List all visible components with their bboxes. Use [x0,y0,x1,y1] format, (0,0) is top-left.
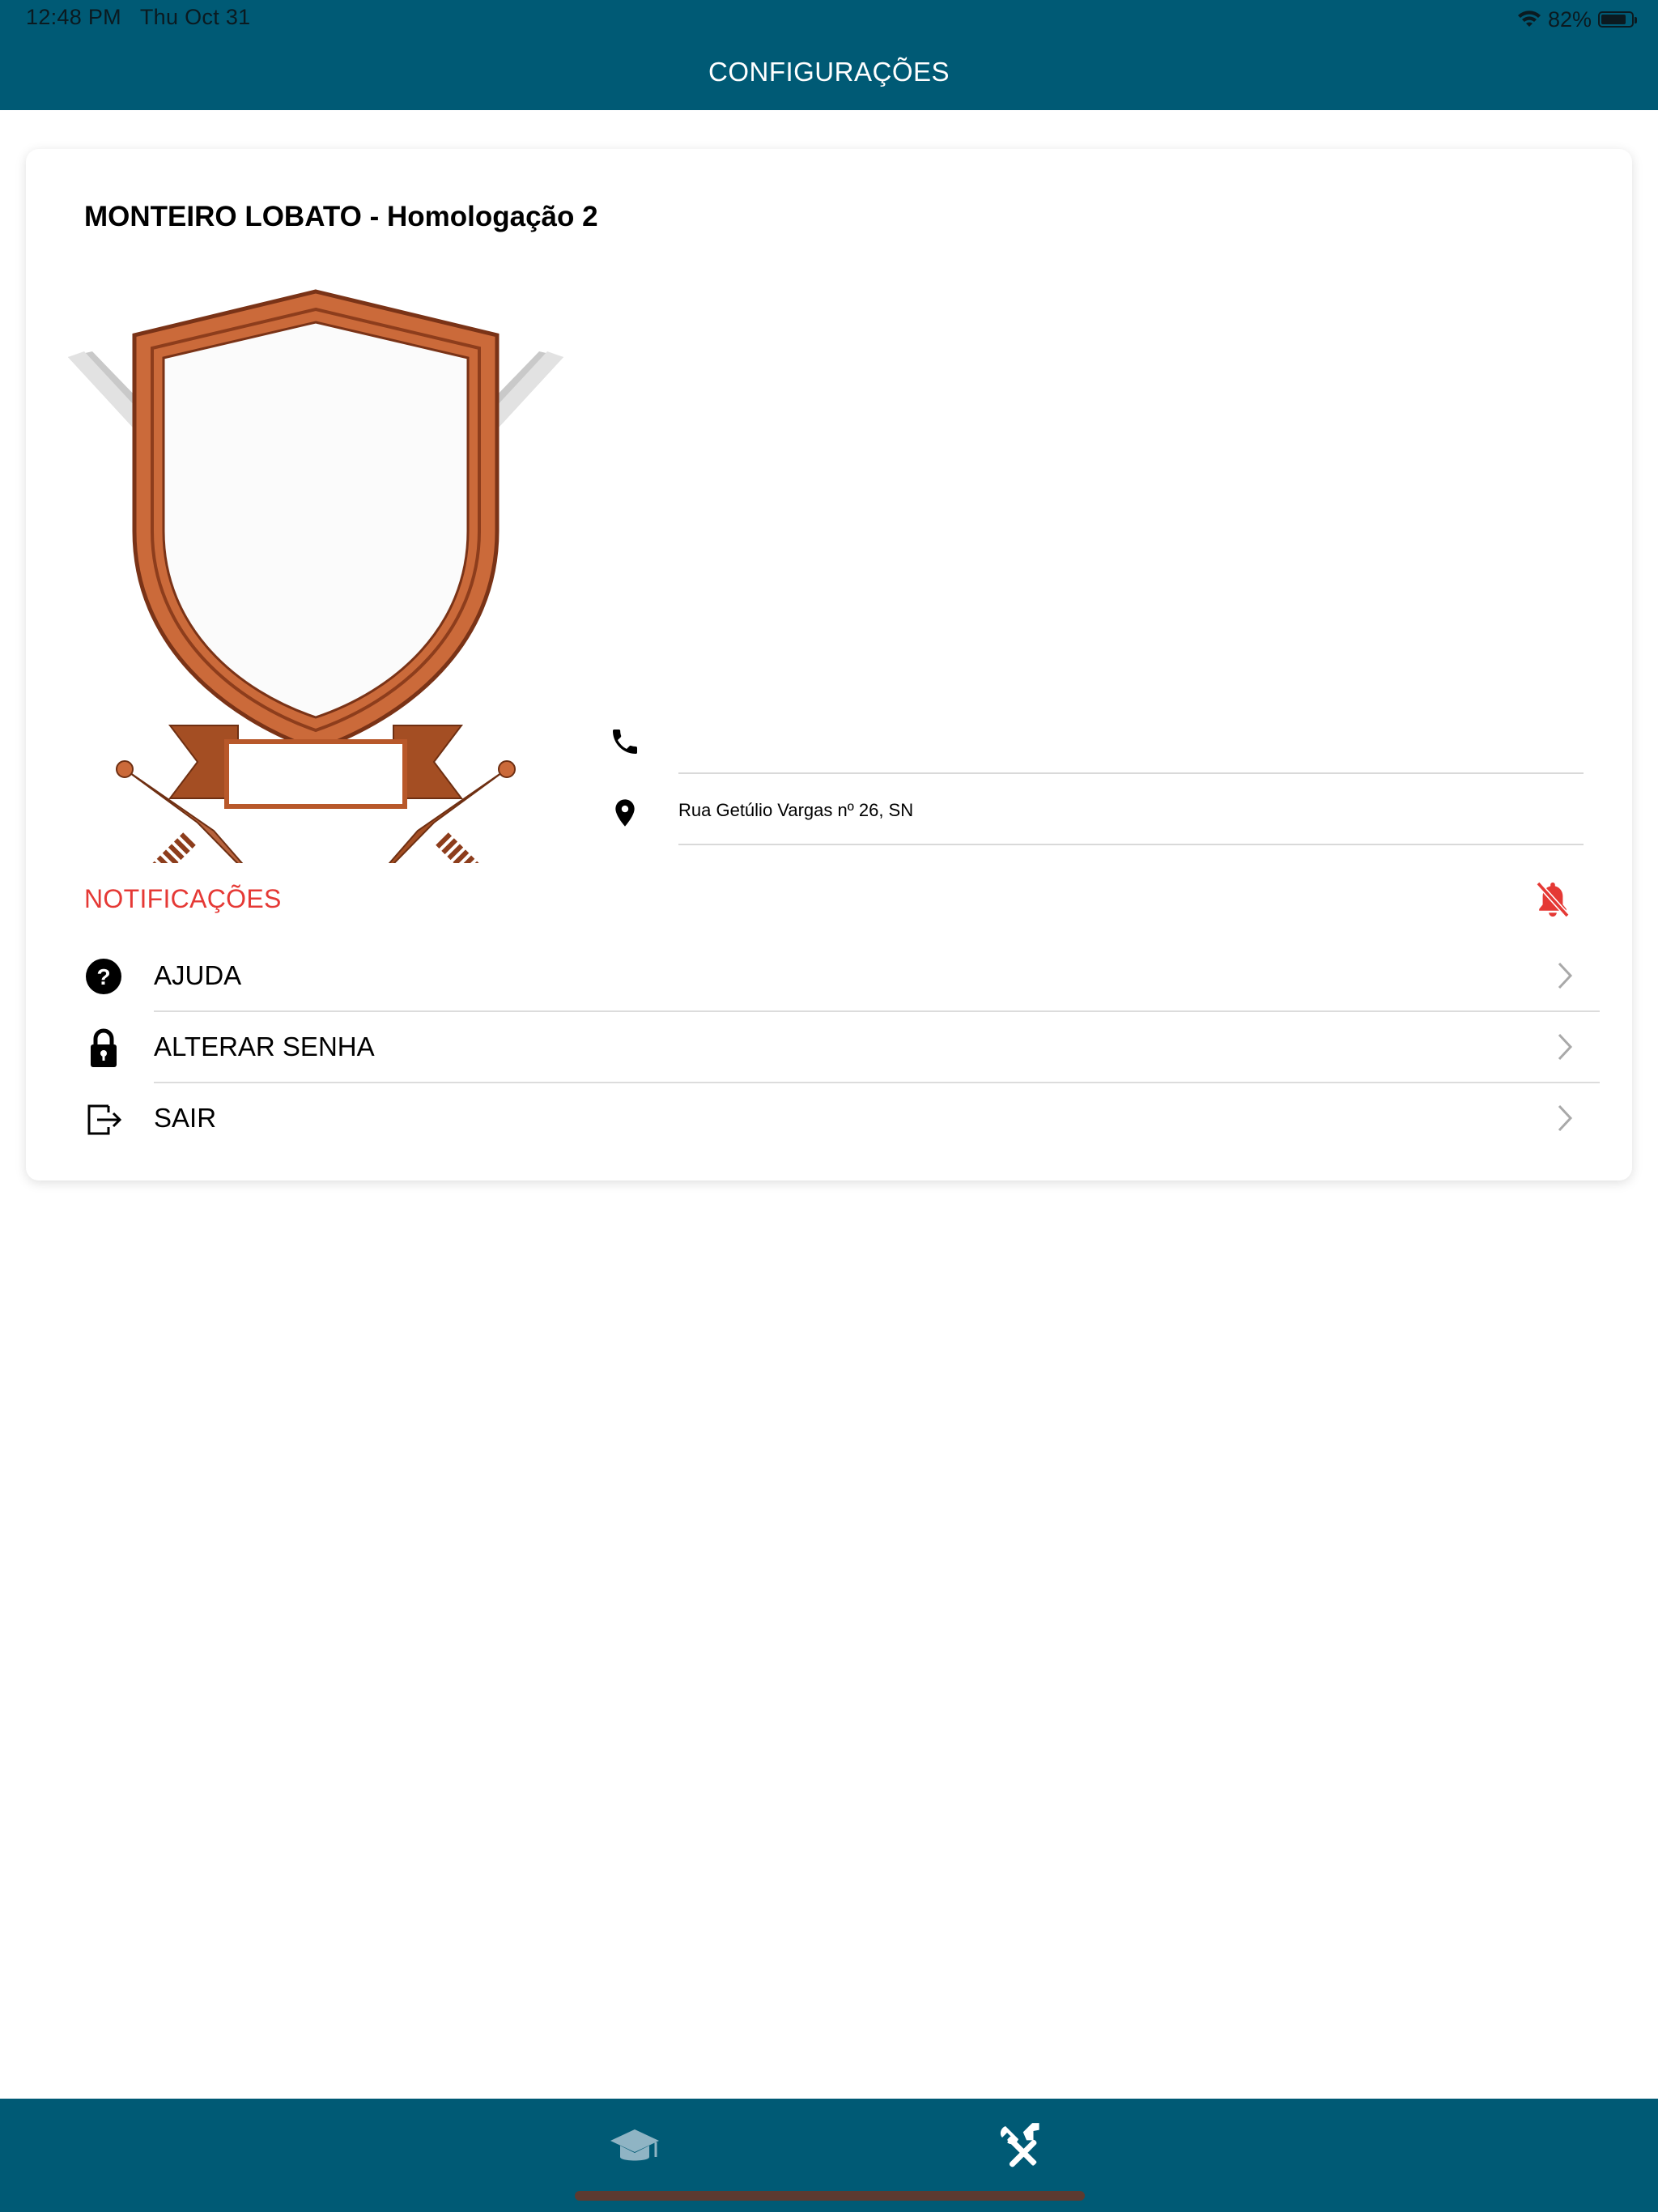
tools-icon[interactable] [997,2121,1049,2173]
school-name: MONTEIRO LOBATO - Homologação 2 [84,201,598,232]
logout-icon [87,1104,122,1135]
page-title: CONFIGURAÇÕES [708,57,950,87]
notifications-label: NOTIFICAÇÕES [84,884,282,913]
bell-off-icon[interactable] [1533,879,1572,921]
menu-item-change-password[interactable]: ALTERAR SENHA [26,1012,1632,1083]
address-text: Rua Getúlio Vargas nº 26, SN [678,800,914,820]
divider [678,844,1584,845]
contact-phone-row[interactable] [609,709,1584,774]
help-circle-icon: ? [86,959,121,994]
menu-item-logout[interactable]: SAIR [26,1083,1632,1155]
lock-icon [91,1028,117,1067]
status-time-text: 12:48 PM [26,5,121,29]
wifi-icon [1517,11,1541,27]
contact-address-row[interactable]: Rua Getúlio Vargas nº 26, SN [609,781,1584,845]
menu-item-help[interactable]: ? AJUDA [26,941,1632,1012]
phone-icon [613,730,637,754]
battery-level [1601,15,1626,24]
graduation-cap-icon[interactable] [609,2121,661,2173]
menu-label-help: AJUDA [154,960,242,990]
svg-text:?: ? [96,964,110,989]
chevron-right-icon [1558,1104,1573,1132]
home-indicator [575,2191,1085,2201]
chevron-right-icon [1558,1033,1573,1061]
tab-bar [0,2099,1658,2212]
school-crest-logo [68,289,563,863]
menu-label-logout: SAIR [154,1103,217,1133]
status-bar-right: 82% [1517,5,1637,34]
battery-icon [1598,11,1637,28]
menu-label-change-password: ALTERAR SENHA [154,1032,375,1061]
battery-percent: 82% [1547,6,1592,32]
status-date-text: Thu Oct 31 [139,5,251,29]
school-card: MONTEIRO LOBATO - Homologação 2 Rua Getú… [26,149,1632,1180]
chevron-right-icon [1558,962,1573,989]
status-bar-time: 12:48 PM Thu Oct 31 [26,5,250,30]
location-pin-icon [615,799,635,827]
app-header: 12:48 PM Thu Oct 31 82% CONFIGURAÇÕES [0,0,1658,110]
divider [678,772,1584,774]
